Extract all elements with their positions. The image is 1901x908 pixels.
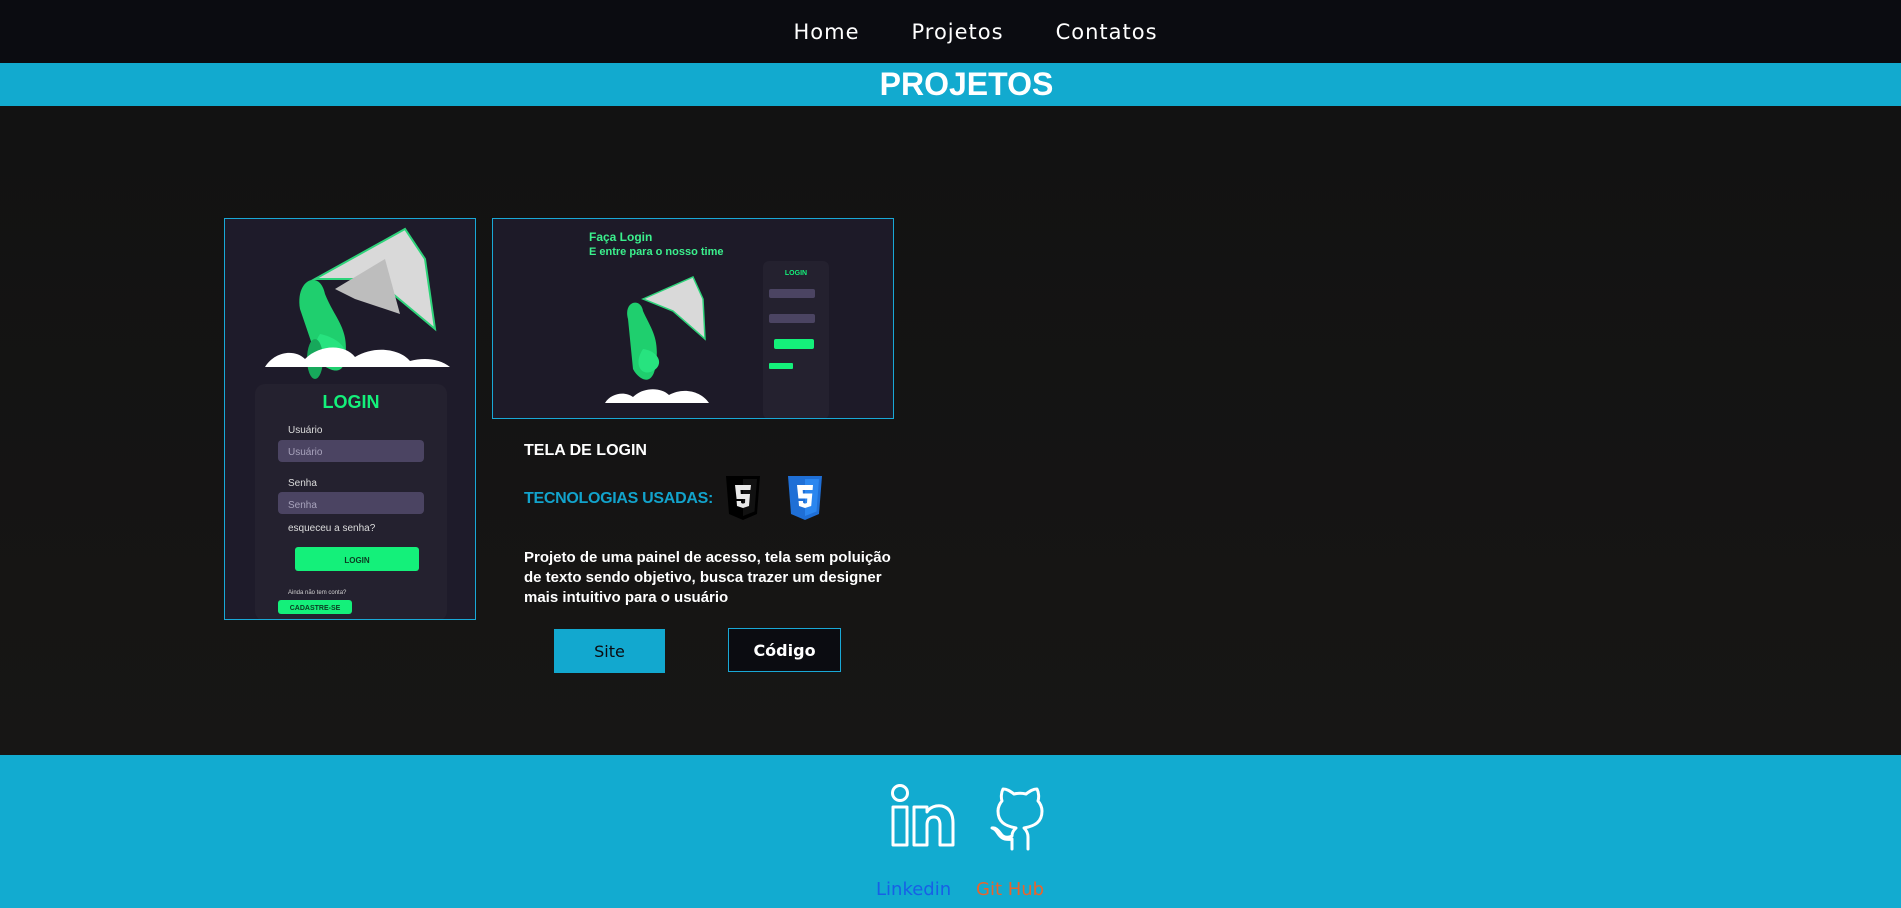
- project-preview-mobile: LOGIN Usuário Usuário Senha Senha esquec…: [224, 218, 476, 620]
- project-title: TELA DE LOGIN: [524, 442, 647, 459]
- svg-text:E entre para o nosso time: E entre para o nosso time: [589, 246, 723, 258]
- svg-text:Usuário: Usuário: [288, 447, 323, 458]
- github-icon[interactable]: [990, 783, 1050, 851]
- projects-section: LOGIN Usuário Usuário Senha Senha esquec…: [0, 106, 1901, 755]
- svg-text:LOGIN: LOGIN: [785, 270, 807, 277]
- nav-projetos-link[interactable]: Projetos: [911, 20, 1003, 44]
- technologies-label: TECNOLOGIAS USADAS:: [524, 490, 713, 507]
- nav-home-link[interactable]: Home: [793, 20, 859, 44]
- project-description: Projeto de uma painel de acesso, tela se…: [524, 549, 891, 606]
- svg-text:LOGIN: LOGIN: [323, 392, 380, 412]
- nav-contatos-link[interactable]: Contatos: [1056, 20, 1158, 44]
- svg-text:Senha: Senha: [288, 500, 317, 511]
- svg-text:Usuário: Usuário: [288, 425, 323, 436]
- svg-text:esqueceu a senha?: esqueceu a senha?: [288, 523, 376, 534]
- code-button[interactable]: Código: [728, 628, 841, 672]
- html5-icon: [726, 476, 760, 520]
- github-link[interactable]: Git Hub: [976, 879, 1044, 900]
- css3-icon: [788, 476, 822, 520]
- footer: Linkedin Git Hub: [0, 755, 1901, 908]
- project-preview-desktop: Faça Login E entre para o nosso time LOG…: [492, 218, 894, 419]
- dragon-login-mobile-image: LOGIN Usuário Usuário Senha Senha esquec…: [225, 219, 475, 619]
- svg-text:CADASTRE-SE: CADASTRE-SE: [290, 605, 341, 612]
- section-title: PROJETOS: [879, 66, 1054, 102]
- dragon-login-desktop-image: Faça Login E entre para o nosso time LOG…: [493, 219, 893, 418]
- svg-text:Senha: Senha: [288, 478, 317, 489]
- nav-links: Home Projetos Contatos: [793, 20, 1157, 44]
- svg-text:LOGIN: LOGIN: [344, 556, 370, 565]
- top-navigation: Home Projetos Contatos: [0, 0, 1901, 63]
- linkedin-icon[interactable]: [890, 783, 956, 849]
- section-banner: PROJETOS: [0, 63, 1901, 106]
- linkedin-link[interactable]: Linkedin: [876, 879, 951, 900]
- svg-text:Ainda não tem conta?: Ainda não tem conta?: [288, 590, 347, 596]
- svg-text:Faça Login: Faça Login: [589, 230, 652, 244]
- site-button[interactable]: Site: [554, 629, 665, 673]
